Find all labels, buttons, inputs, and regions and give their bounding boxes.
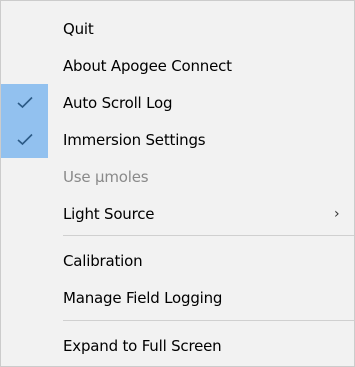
menu-item-label: Calibration (63, 251, 143, 270)
menu-item-manage-field-logging[interactable]: Manage Field Logging (1, 279, 354, 316)
menu-item-light-source[interactable]: Light Source › (1, 195, 354, 232)
menu-item-label: Auto Scroll Log (63, 93, 173, 112)
menu-separator (63, 235, 354, 236)
menu-item-about-apogee-connect[interactable]: About Apogee Connect (1, 47, 354, 84)
menu-item-quit[interactable]: Quit (1, 10, 354, 47)
menu-item-label: About Apogee Connect (63, 56, 232, 75)
check-highlight (1, 121, 48, 158)
menu-item-label: Use µmoles (63, 167, 149, 186)
menu-item-label: Immersion Settings (63, 130, 206, 149)
menu-item-auto-scroll-log[interactable]: Auto Scroll Log (1, 84, 354, 121)
checkmark-icon (17, 133, 33, 146)
menu-item-label: Manage Field Logging (63, 288, 223, 307)
chevron-right-icon: › (334, 205, 340, 222)
menu-item-label: Expand to Full Screen (63, 336, 222, 355)
context-menu: Quit About Apogee Connect Auto Scroll Lo… (0, 0, 355, 367)
check-highlight (1, 84, 48, 121)
menu-item-use-umoles: Use µmoles (1, 158, 354, 195)
menu-item-expand-to-full-screen[interactable]: Expand to Full Screen (1, 327, 354, 364)
menu-separator (63, 320, 354, 321)
menu-item-label: Quit (63, 19, 94, 38)
checkmark-icon (17, 96, 33, 109)
menu-item-calibration[interactable]: Calibration (1, 242, 354, 279)
menu-item-label: Light Source (63, 204, 155, 223)
menu-item-immersion-settings[interactable]: Immersion Settings (1, 121, 354, 158)
